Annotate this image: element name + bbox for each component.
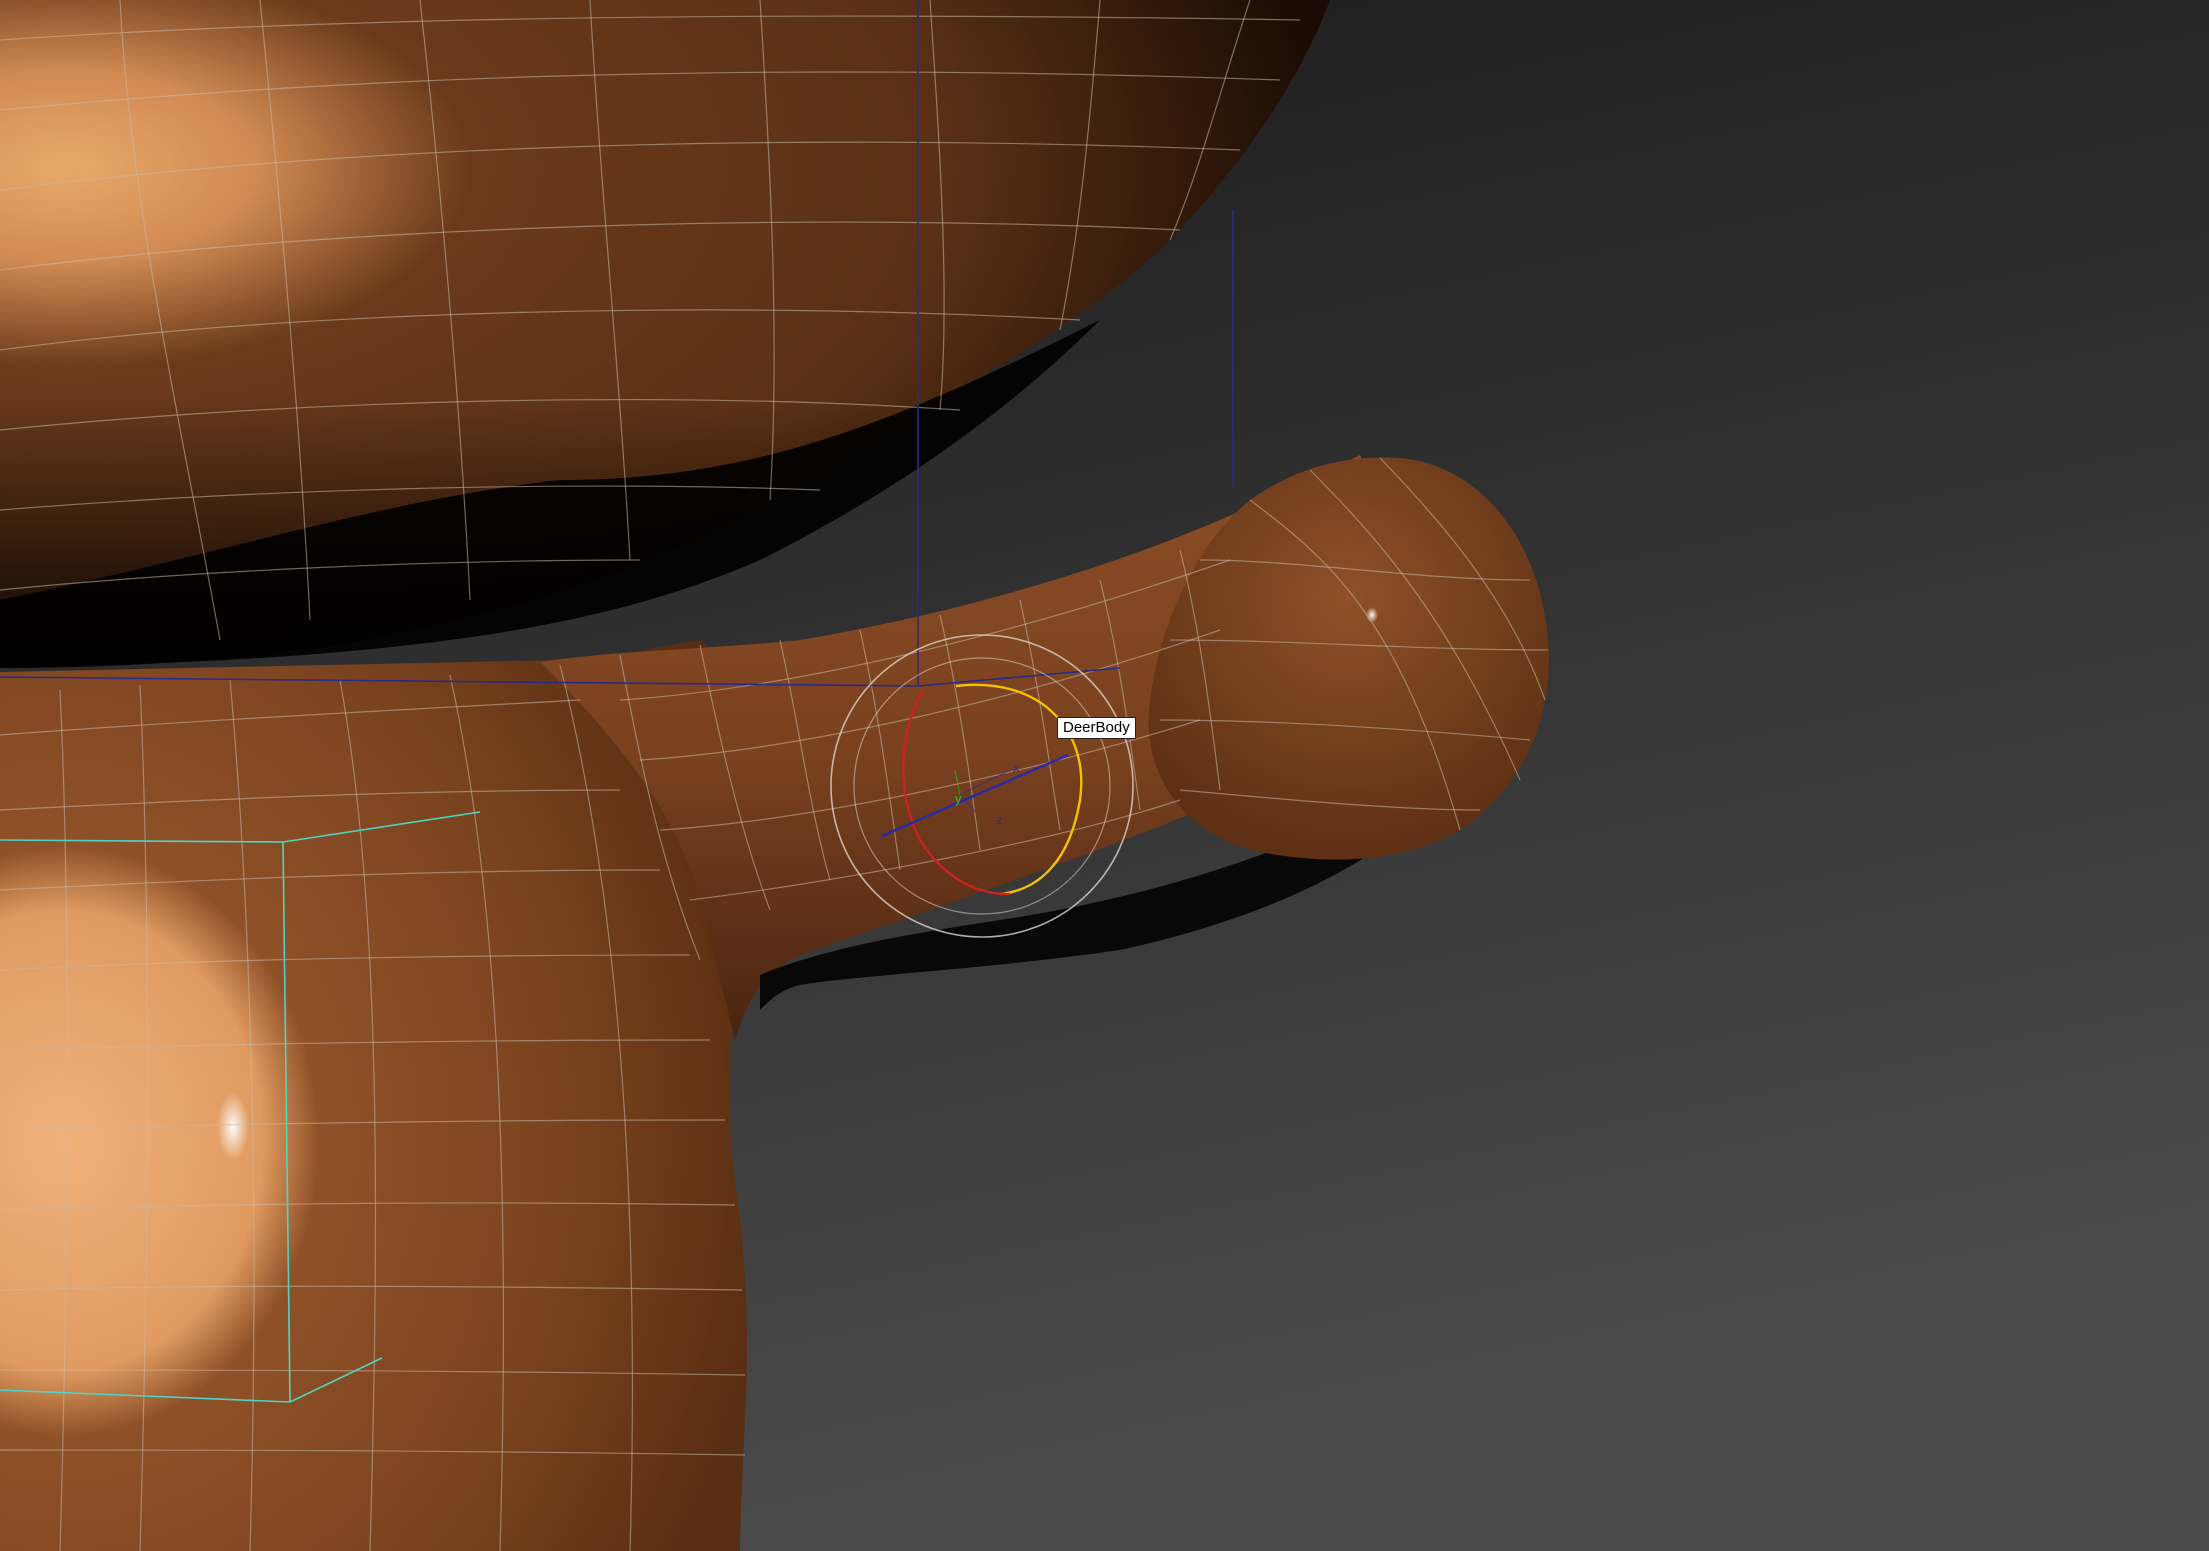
gizmo-z-label: z: [996, 812, 1003, 827]
viewport-scene[interactable]: x y z: [0, 0, 2209, 1551]
gizmo-x-label: x: [1013, 760, 1020, 775]
gizmo-y-label: y: [955, 791, 962, 806]
3d-viewport[interactable]: x y z DeerBody: [0, 0, 2209, 1551]
body-specular: [217, 1093, 249, 1161]
object-name-tooltip: DeerBody: [1057, 717, 1136, 739]
